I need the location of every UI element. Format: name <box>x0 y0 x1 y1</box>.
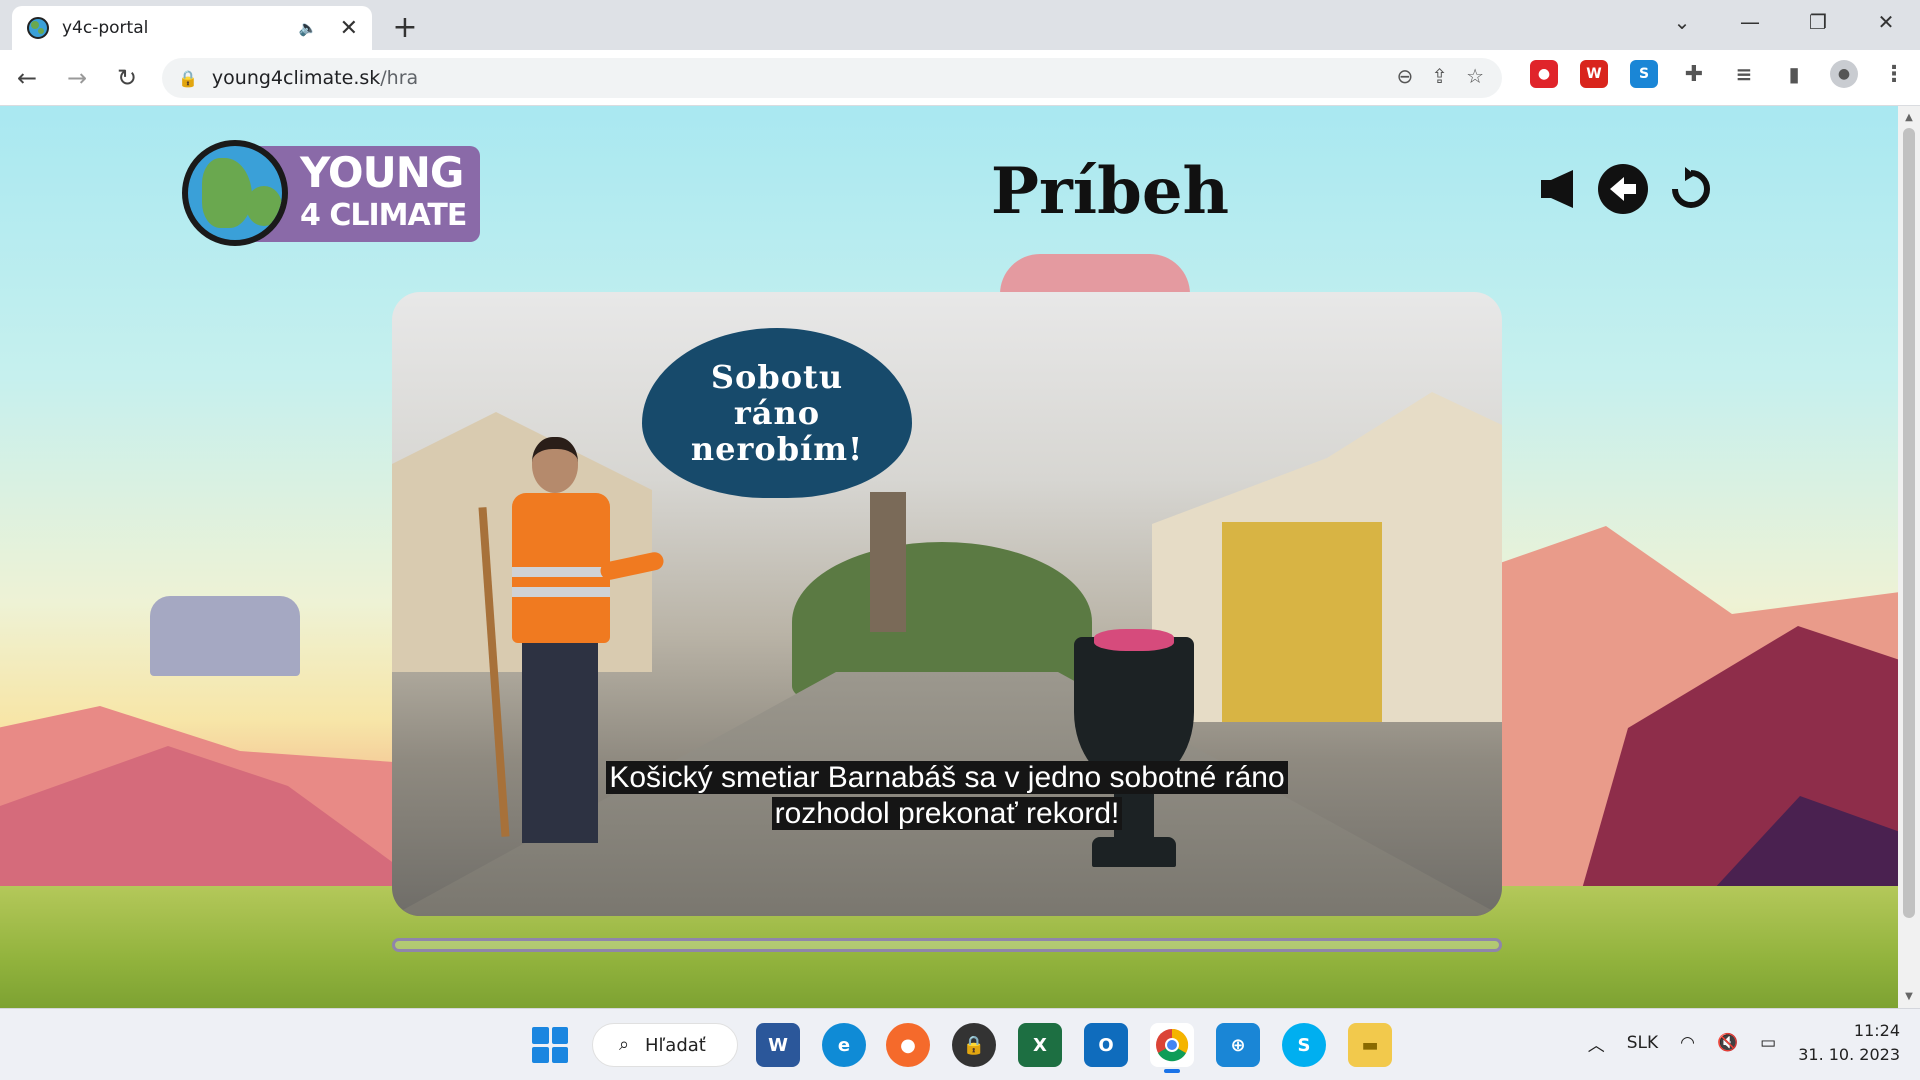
game-page: YOUNG 4 CLIMATE Príbeh Sobotu ráno nerob… <box>0 106 1898 1008</box>
store-app-icon[interactable]: ⊕ <box>1216 1023 1260 1067</box>
excel-app-icon[interactable]: X <box>1018 1023 1062 1067</box>
browser-tab[interactable]: y4c-portal 🔈 ✕ <box>12 6 372 50</box>
logo-text-line2: 4 CLIMATE <box>300 198 467 233</box>
window-controls: ⌄ — ❐ ✕ <box>1648 0 1920 44</box>
url-path: /hra <box>380 67 419 89</box>
file-explorer-icon[interactable]: ▬ <box>1348 1023 1392 1067</box>
volume-muted-icon[interactable]: 🔇 <box>1717 1033 1738 1053</box>
browser-tabstrip: y4c-portal 🔈 ✕ + ⌄ — ❐ ✕ <box>0 0 1920 50</box>
clock-time: 11:24 <box>1853 1021 1900 1040</box>
sound-button[interactable] <box>1534 164 1584 214</box>
extension-w-off-icon[interactable]: W <box>1580 60 1608 88</box>
clock-date: 31. 10. 2023 <box>1798 1045 1900 1064</box>
omnibox-actions: ⊖ ⇪ ☆ <box>1397 64 1484 88</box>
tray-overflow-icon[interactable]: ︿ <box>1588 1031 1605 1056</box>
tab-search-icon[interactable]: ⌄ <box>1648 0 1716 44</box>
url-host: young4climate.sk <box>211 67 381 89</box>
background-hill <box>1000 254 1190 294</box>
scrollbar-thumb[interactable] <box>1903 128 1915 918</box>
restart-icon <box>1672 167 1710 208</box>
story-subtitle: Košický smetiar Barnabáš sa v jedno sobo… <box>392 760 1502 832</box>
tab-title: y4c-portal <box>62 18 149 38</box>
story-progress-bar[interactable] <box>392 938 1502 952</box>
forward-icon[interactable]: → <box>54 55 100 101</box>
puzzle-extensions-icon[interactable]: ✚ <box>1680 60 1708 88</box>
language-indicator[interactable]: SLK <box>1627 1033 1658 1053</box>
restart-button[interactable] <box>1666 164 1716 214</box>
back-button[interactable] <box>1598 164 1648 214</box>
globe-logo-icon <box>182 140 288 246</box>
tab-close-icon[interactable]: ✕ <box>340 16 358 41</box>
scene-cathedral-tower <box>870 492 906 632</box>
young4climate-logo[interactable]: YOUNG 4 CLIMATE <box>182 140 482 246</box>
page-title: Príbeh <box>990 154 1230 229</box>
system-tray: ︿ SLK ◠ 🔇 ▭ 11:24 31. 10. 2023 <box>1588 1019 1900 1067</box>
bookmark-star-icon[interactable]: ☆ <box>1466 64 1484 88</box>
bin-trash <box>1094 629 1174 651</box>
speech-bubble-text: Sobotu ráno nerobím! <box>690 358 864 468</box>
worker-head <box>532 437 578 493</box>
zoom-icon[interactable]: ⊖ <box>1397 64 1414 88</box>
taskbar-search-label: Hľadať <box>645 1034 706 1056</box>
windows-start-icon[interactable] <box>532 1027 568 1063</box>
word-app-icon[interactable]: W <box>756 1023 800 1067</box>
tab-audio-icon[interactable]: 🔈 <box>299 19 318 37</box>
story-subtitle-text: Košický smetiar Barnabáš sa v jedno sobo… <box>606 761 1288 830</box>
speaker-icon <box>1541 170 1573 208</box>
wifi-icon[interactable]: ◠ <box>1680 1033 1695 1053</box>
clock[interactable]: 11:24 31. 10. 2023 <box>1798 1019 1900 1067</box>
outlook-app-icon[interactable]: O <box>1084 1023 1128 1067</box>
chrome-app-icon[interactable] <box>1150 1023 1194 1073</box>
scroll-up-icon[interactable]: ▲ <box>1898 112 1920 123</box>
address-bar[interactable]: 🔒 young4climate.sk /hra ⊖ ⇪ ☆ <box>162 58 1502 98</box>
speech-bubble: Sobotu ráno nerobím! <box>642 328 912 498</box>
minimize-icon[interactable]: — <box>1716 0 1784 44</box>
adblock-shield-icon[interactable]: ● <box>1530 60 1558 88</box>
browser-toolbar: ← → ↻ 🔒 young4climate.sk /hra ⊖ ⇪ ☆ ● W … <box>0 50 1920 106</box>
edge-app-icon[interactable]: e <box>822 1023 866 1067</box>
reload-icon[interactable]: ↻ <box>104 55 150 101</box>
story-scene: Sobotu ráno nerobím! Košický smetiar Bar… <box>392 292 1502 916</box>
extensions-area: ● W S ✚ ≡ ▮ ● ⋮ <box>1530 60 1908 88</box>
logo-text-line1: YOUNG <box>300 148 464 197</box>
taskbar-search[interactable]: ⌕ Hľadať <box>592 1023 738 1067</box>
restore-icon[interactable]: ❐ <box>1784 0 1852 44</box>
jacket-reflective-stripe <box>512 587 610 597</box>
menu-kebab-icon[interactable]: ⋮ <box>1880 60 1908 88</box>
arrow-left-icon <box>1610 177 1636 201</box>
search-icon: ⌕ <box>619 1034 630 1055</box>
page-scrollbar[interactable]: ▲ ▼ <box>1898 106 1920 1008</box>
share-icon[interactable]: ⇪ <box>1431 64 1448 88</box>
back-icon[interactable]: ← <box>4 55 50 101</box>
scroll-down-icon[interactable]: ▼ <box>1898 991 1920 1002</box>
chrome-logo-icon <box>1156 1028 1189 1062</box>
close-window-icon[interactable]: ✕ <box>1852 0 1920 44</box>
globe-favicon-icon <box>27 17 49 39</box>
skype-app-icon[interactable]: S <box>1282 1023 1326 1067</box>
scene-building-yellow <box>1222 522 1382 722</box>
background-rock <box>150 596 300 676</box>
profile-avatar-icon[interactable]: ● <box>1830 60 1858 88</box>
side-panel-icon[interactable]: ▮ <box>1780 60 1808 88</box>
firefox-app-icon[interactable]: ● <box>886 1023 930 1067</box>
jacket-reflective-stripe <box>512 567 610 577</box>
media-queue-icon[interactable]: ≡ <box>1730 60 1758 88</box>
battery-icon[interactable]: ▭ <box>1760 1033 1776 1053</box>
extension-s-icon[interactable]: S <box>1630 60 1658 88</box>
windows-taskbar: ⌕ Hľadať W e ● 🔒 X O ⊕ S ▬ ︿ SLK ◠ 🔇 ▭ 1… <box>0 1008 1920 1080</box>
bin-base <box>1092 837 1176 867</box>
new-tab-button[interactable]: + <box>390 10 420 45</box>
lock-icon[interactable]: 🔒 <box>178 69 198 88</box>
lock-app-icon[interactable]: 🔒 <box>952 1023 996 1067</box>
trash-bin <box>1074 629 1194 877</box>
